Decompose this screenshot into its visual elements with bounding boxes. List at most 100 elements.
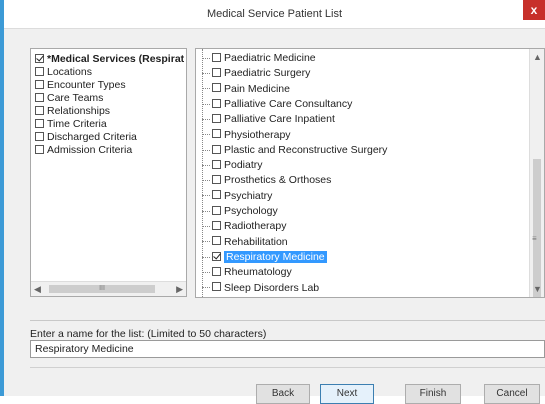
service-item-label: Radiotherapy xyxy=(224,220,287,233)
service-item[interactable]: Psychology xyxy=(202,204,278,219)
service-item[interactable]: Plastic and Reconstructive Surgery xyxy=(202,143,387,158)
scroll-grip-icon: ≡ xyxy=(532,234,537,243)
tree-connector xyxy=(202,195,210,197)
checkbox[interactable] xyxy=(212,190,221,200)
checkbox[interactable] xyxy=(212,205,221,215)
criteria-item-label: Encounter Types xyxy=(47,79,126,91)
service-item-label: Sleep Disorders Lab xyxy=(224,281,320,294)
checkbox[interactable] xyxy=(212,83,221,93)
service-item-label: Palliative Care Inpatient xyxy=(224,113,335,126)
service-item[interactable]: Rheumatology xyxy=(202,265,292,280)
service-item[interactable]: Podiatry xyxy=(202,158,263,173)
tree-connector xyxy=(202,256,210,258)
scroll-left-icon[interactable]: ◀ xyxy=(34,284,41,295)
checkbox[interactable] xyxy=(35,144,44,154)
service-item[interactable]: Paediatric Surgery xyxy=(202,66,310,81)
criteria-item-label: *Medical Services (Respirat xyxy=(47,53,185,65)
tree-connector xyxy=(202,103,210,105)
list-name-label: Enter a name for the list: (Limited to 5… xyxy=(30,328,267,340)
next-button[interactable]: Next xyxy=(320,384,374,404)
service-item-label: Respiratory Medicine xyxy=(224,250,327,263)
back-button[interactable]: Back xyxy=(256,384,310,404)
criteria-item-label: Time Criteria xyxy=(47,118,107,130)
service-item[interactable]: Physiotherapy xyxy=(202,128,291,143)
service-item[interactable]: Sleep Disorders Lab xyxy=(202,281,319,296)
checkbox[interactable] xyxy=(35,79,44,89)
service-item-label: Rehabilitation xyxy=(224,235,288,248)
checkbox[interactable] xyxy=(35,131,44,141)
criteria-item-label: Relationships xyxy=(47,105,111,117)
service-item-label: Prosthetics & Orthoses xyxy=(224,174,332,187)
tree-connector xyxy=(202,210,210,212)
service-item[interactable]: Prosthetics & Orthoses xyxy=(202,173,331,188)
criteria-horizontal-scrollbar[interactable]: ◀ III ▶ xyxy=(31,281,186,296)
tree-connector xyxy=(202,134,210,136)
divider xyxy=(30,367,545,368)
service-item[interactable]: Respiratory Medicine xyxy=(202,250,327,265)
criteria-item-label: Discharged Criteria xyxy=(47,131,137,143)
scroll-thumb[interactable] xyxy=(533,159,541,297)
tree-connector xyxy=(202,118,210,120)
cancel-button[interactable]: Cancel xyxy=(484,384,540,404)
checkbox[interactable] xyxy=(35,66,44,76)
service-item[interactable]: Palliative Care Consultancy xyxy=(202,97,352,112)
service-item[interactable]: Palliative Care Inpatient xyxy=(202,112,335,127)
service-item-label: Psychiatry xyxy=(224,189,273,202)
checkbox[interactable] xyxy=(212,144,221,154)
service-item-label: Rheumatology xyxy=(224,266,292,279)
checkbox[interactable] xyxy=(35,118,44,128)
service-item[interactable]: Radiotherapy xyxy=(202,219,286,234)
criteria-item-label: Locations xyxy=(47,66,92,78)
dialog-body: *Medical Services (Respirat Locations Enco… xyxy=(4,29,545,404)
service-item[interactable]: Rehabilitation xyxy=(202,235,288,250)
checkbox[interactable] xyxy=(212,266,221,276)
checkbox[interactable] xyxy=(212,175,221,185)
checkbox[interactable] xyxy=(212,251,221,261)
finish-button[interactable]: Finish xyxy=(405,384,461,404)
close-button[interactable]: x xyxy=(523,0,545,20)
tree-connector xyxy=(202,226,210,228)
checkbox[interactable] xyxy=(212,98,221,108)
tree-connector xyxy=(202,287,210,289)
tree-connector xyxy=(202,241,210,243)
checkbox[interactable] xyxy=(35,53,44,63)
service-item[interactable]: Pain Medicine xyxy=(202,82,290,97)
service-item[interactable]: Psychiatry xyxy=(202,189,272,204)
checkbox[interactable] xyxy=(212,282,221,292)
list-name-input[interactable] xyxy=(30,340,545,358)
service-item-label: Pain Medicine xyxy=(224,82,290,95)
checkbox[interactable] xyxy=(212,113,221,123)
checkbox[interactable] xyxy=(212,129,221,139)
tree-connector xyxy=(202,88,210,90)
checkbox[interactable] xyxy=(35,105,44,115)
scroll-down-icon[interactable]: ▼ xyxy=(533,284,542,294)
service-item-label: Palliative Care Consultancy xyxy=(224,97,353,110)
service-item-label: Plastic and Reconstructive Surgery xyxy=(224,143,388,156)
checkbox[interactable] xyxy=(35,92,44,102)
tree-connector xyxy=(202,180,210,182)
criteria-list[interactable]: *Medical Services (Respirat Locations Enco… xyxy=(30,48,187,297)
medical-services-list[interactable]: Paediatric Medicine Paediatric Surgery Pai… xyxy=(195,48,545,298)
service-item-label: Psychology xyxy=(224,205,278,217)
checkbox[interactable] xyxy=(212,52,221,62)
criteria-item-label: Care Teams xyxy=(47,92,104,104)
checkbox[interactable] xyxy=(212,221,221,231)
service-item-label: Paediatric Surgery xyxy=(224,67,311,80)
scroll-up-icon[interactable]: ▲ xyxy=(533,52,542,62)
divider xyxy=(30,320,545,321)
checkbox[interactable] xyxy=(212,159,221,169)
criteria-item-label: Admission Criteria xyxy=(47,144,133,156)
title-bar: Medical Service Patient List x xyxy=(4,0,545,29)
service-item[interactable]: Paediatric Medicine xyxy=(202,51,316,66)
window-title: Medical Service Patient List xyxy=(206,8,343,20)
scroll-right-icon[interactable]: ▶ xyxy=(176,284,183,295)
checkbox[interactable] xyxy=(212,68,221,78)
services-vertical-scrollbar[interactable]: ▲ ≡ ▼ xyxy=(529,49,544,297)
tree-connector xyxy=(202,164,210,166)
tree-connector xyxy=(202,271,210,273)
tree-connector xyxy=(202,73,210,75)
criteria-item[interactable]: Admission Criteria xyxy=(35,143,132,158)
checkbox[interactable] xyxy=(212,236,221,246)
scroll-thumb[interactable]: III xyxy=(49,285,155,293)
tree-connector xyxy=(202,149,210,151)
